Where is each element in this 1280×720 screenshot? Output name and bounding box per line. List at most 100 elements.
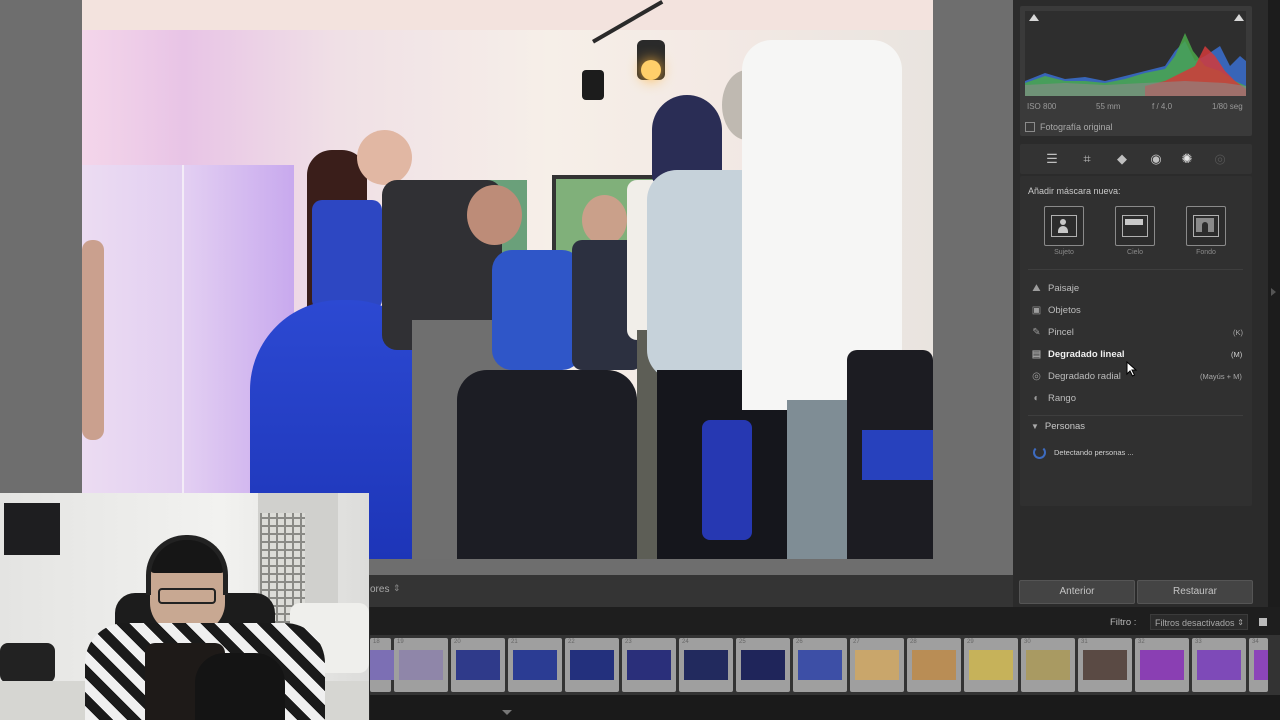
mask-item-brush[interactable]: ✎ Pincel [1031,324,1074,340]
filmstrip-thumbnail[interactable]: 20 [451,638,505,692]
thumbnail-image [855,650,899,680]
thumbnail-number: 19 [397,639,404,645]
thumbnail-number: 29 [967,639,974,645]
main-photo[interactable] [82,0,933,559]
filmstrip-thumbnail[interactable]: 22 [565,638,619,692]
filter-select[interactable]: Filtros desactivados ⇕ [1150,614,1248,630]
thumbnail-image [912,650,956,680]
mask-item-landscape[interactable]: ⛰ Paisaje [1031,280,1079,296]
chevron-updown-icon: ⇕ [1237,618,1244,627]
shadow-clipping-icon[interactable] [1029,14,1039,21]
thumbnail-image [1026,650,1070,680]
previous-button[interactable]: Anterior [1019,580,1135,604]
mask-item-range[interactable]: ◐ Rango [1031,390,1076,406]
thumbnail-number: 31 [1081,639,1088,645]
thumbnail-number: 22 [568,639,575,645]
people-section-header[interactable]: ▼ Personas [1031,421,1085,432]
eraser-icon[interactable]: ◆ [1113,150,1131,168]
original-photo-toggle[interactable]: Fotografía original [1025,122,1113,132]
exif-iso: ISO 800 [1027,102,1057,111]
mask-subject-button[interactable] [1044,206,1084,246]
preset-icon[interactable]: ◎ [1211,150,1229,168]
detecting-people-status: Detectando personas ... [1033,446,1134,459]
divider [1028,269,1243,270]
thumbnail-number: 24 [682,639,689,645]
filmstrip-thumbnail[interactable]: 23 [622,638,676,692]
filmstrip-thumbnail[interactable]: 26 [793,638,847,692]
filmstrip-thumbnail[interactable]: 32 [1135,638,1189,692]
brush-icon: ✎ [1032,326,1041,338]
mask-background-label: Fondo [1196,249,1216,256]
thumbnail-number: 34 [1252,639,1259,645]
filmstrip-thumbnail[interactable]: 27 [850,638,904,692]
thumbnail-image [513,650,557,680]
filmstrip-thumbnail[interactable]: 29 [964,638,1018,692]
subject-icon [1051,215,1077,237]
filmstrip-thumbnail[interactable]: 25 [736,638,790,692]
mask-item-radial-gradient[interactable]: ◎ Degradado radial [1031,368,1121,384]
thumbnail-number: 18 [373,639,380,645]
expand-filmstrip-icon[interactable] [502,710,512,715]
mask-item-linear-gradient[interactable]: ▤ Degradado lineal [1031,346,1125,362]
reset-button[interactable]: Restaurar [1137,580,1253,604]
thumbnail-image [684,650,728,680]
filter-toggle-icon[interactable] [1259,618,1267,626]
thumbnail-image [627,650,671,680]
filmstrip-thumbnail[interactable]: 30 [1021,638,1075,692]
mask-item-label: Degradado radial [1048,370,1121,382]
filmstrip-thumbnail[interactable]: 18 [370,638,414,692]
thumbnail-number: 30 [1024,639,1031,645]
mask-background-button[interactable] [1186,206,1226,246]
filter-label: Filtro : [1110,617,1137,628]
filmstrip-thumbnail[interactable]: 34 [1249,638,1268,692]
checkbox-icon[interactable] [1025,122,1035,132]
mask-icon[interactable]: ✺ [1178,150,1196,168]
chevron-down-icon: ▼ [1031,422,1039,431]
linear-gradient-shortcut: (M) [1231,350,1243,359]
mask-item-objects[interactable]: ▣ Objetos [1031,302,1081,318]
sky-icon [1122,215,1148,237]
people-header-label: Personas [1044,421,1086,432]
thumbnail-image [399,650,443,680]
mask-item-label: Paisaje [1048,282,1080,294]
thumbnail-image [1197,650,1241,680]
spinner-icon [1033,446,1046,459]
radial-gradient-icon: ◎ [1032,370,1041,382]
mask-sky-button[interactable] [1115,206,1155,246]
sort-label[interactable]: ores [370,584,389,595]
mask-item-label: Pincel [1048,326,1074,338]
thumbnail-number: 33 [1195,639,1202,645]
expand-right-icon[interactable] [1271,288,1276,296]
brush-shortcut: (K) [1233,328,1243,337]
thumbnail-image [456,650,500,680]
thumbnail-image [798,650,842,680]
panel-scrollbar[interactable] [1268,0,1280,607]
highlight-clipping-icon[interactable] [1234,14,1244,21]
filmstrip-thumbnail[interactable]: 24 [679,638,733,692]
thumbnail-number: 25 [739,639,746,645]
sliders-icon[interactable]: ☰ [1043,150,1061,168]
redeye-icon[interactable]: ◉ [1147,150,1165,168]
detecting-label: Detectando personas ... [1054,448,1134,457]
filmstrip-thumbnail[interactable]: 33 [1192,638,1246,692]
objects-icon: ▣ [1031,304,1042,316]
filter-value: Filtros desactivados [1155,618,1235,628]
divider [1028,415,1243,416]
radial-gradient-shortcut: (Mayús + M) [1200,372,1242,381]
mask-item-label: Rango [1048,392,1076,404]
filmstrip-thumbnail[interactable]: 19 [394,638,448,692]
filmstrip-thumbnail[interactable]: 31 [1078,638,1132,692]
thumbnail-image [1140,650,1184,680]
crop-icon[interactable]: ⌗ [1078,150,1096,168]
thumbnail-image [741,650,785,680]
bottom-bar [370,695,1280,720]
filmstrip-thumbnail[interactable]: 21 [508,638,562,692]
histogram[interactable] [1025,11,1246,96]
webcam-overlay [0,493,369,720]
thumbnail-number: 32 [1138,639,1145,645]
thumbnail-image [1083,650,1127,680]
landscape-icon: ⛰ [1032,282,1041,294]
filmstrip-thumbnail[interactable]: 28 [907,638,961,692]
thumbnail-number: 26 [796,639,803,645]
sort-chevron-icon[interactable]: ⇕ [393,583,401,594]
